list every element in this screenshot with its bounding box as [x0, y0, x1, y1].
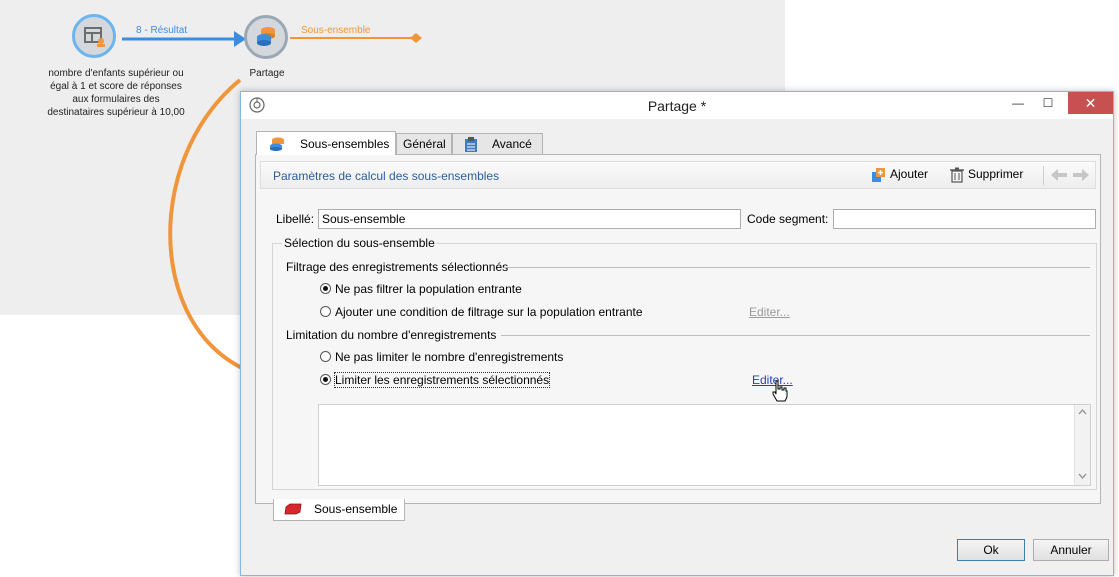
toolbar-separator	[1043, 166, 1044, 185]
no-filter-label[interactable]: Ne pas filtrer la population entrante	[335, 282, 522, 296]
no-limit-label[interactable]: Ne pas limiter le nombre d'enregistremen…	[335, 350, 563, 364]
filtering-title: Filtrage des enregistrements sélectionné…	[284, 260, 511, 274]
query-node-label-line: nombre d'enfants supérieur ou	[48, 68, 184, 79]
limit-radio[interactable]	[320, 374, 331, 385]
cancel-button[interactable]: Annuler	[1033, 539, 1109, 561]
transition-subset-label: Sous-ensemble	[301, 25, 371, 36]
tab-general[interactable]: Général	[396, 133, 452, 155]
split-node-label: Partage	[249, 68, 285, 79]
add-filter-radio[interactable]	[320, 306, 331, 317]
libelle-label: Libellé:	[276, 212, 315, 226]
trash-icon	[950, 167, 964, 183]
query-node-label-line: aux formulaires des	[72, 94, 160, 105]
add-subset-icon	[872, 168, 885, 182]
limitation-title: Limitation du nombre d'enregistrements	[284, 328, 499, 342]
segment-code-label: Code segment:	[747, 212, 829, 226]
hand-cursor-icon	[772, 380, 788, 402]
delete-button-label: Supprimer	[968, 167, 1024, 181]
add-button-label: Ajouter	[890, 167, 929, 181]
query-icon	[84, 27, 105, 47]
tab-general-label: Général	[403, 137, 446, 151]
scroll-down-icon[interactable]	[1078, 473, 1087, 479]
subset-selection-legend: Sélection du sous-ensemble	[282, 236, 437, 250]
query-node-label-line: égal à 1 et score de réponses	[50, 81, 182, 92]
subsets-panel: Paramètres de calcul des sous-ensembles …	[255, 154, 1101, 504]
add-filter-label[interactable]: Ajouter une condition de filtrage sur la…	[335, 305, 643, 319]
libelle-input[interactable]	[318, 209, 741, 229]
limitation-summary-area[interactable]	[318, 404, 1091, 486]
tab-advanced-label: Avancé	[492, 137, 532, 151]
subset-item-tab[interactable]: Sous-ensemble	[273, 499, 405, 521]
query-node-label: nombre d'enfants supérieur ou égal à 1 e…	[20, 67, 212, 119]
subset-red-icon	[284, 503, 302, 515]
subset-item-label: Sous-ensemble	[314, 502, 398, 516]
maximize-button[interactable]: ☐	[1035, 92, 1061, 114]
split-dialog[interactable]: Partage * — ☐ ✕ Sous-ensembles Général A…	[240, 91, 1114, 576]
limitation-separator	[501, 335, 1090, 336]
summary-scrollbar[interactable]	[1074, 405, 1090, 485]
no-limit-radio[interactable]	[320, 351, 331, 362]
clipboard-icon	[465, 137, 477, 152]
tab-subsets[interactable]: Sous-ensembles	[256, 131, 396, 155]
dialog-title: Partage *	[647, 98, 707, 114]
subset-toolbar: Paramètres de calcul des sous-ensembles …	[260, 161, 1096, 189]
minimize-button[interactable]: —	[1005, 92, 1031, 114]
query-node[interactable]	[72, 14, 116, 58]
delete-button[interactable]: Supprimer	[949, 166, 1037, 184]
dialog-titlebar[interactable]: Partage * — ☐ ✕	[241, 92, 1113, 119]
query-node-label-line: destinataires supérieur à 10,00	[47, 107, 185, 118]
no-filter-radio[interactable]	[320, 283, 331, 294]
ok-button[interactable]: Ok	[957, 539, 1025, 561]
subset-toolbar-title: Paramètres de calcul des sous-ensembles	[273, 169, 500, 183]
filter-edit-link: Editer...	[749, 305, 790, 319]
transition-result-label: 8 - Résultat	[136, 25, 188, 36]
database-icon	[270, 137, 284, 151]
split-node[interactable]	[244, 15, 288, 59]
add-button[interactable]: Ajouter	[870, 166, 940, 184]
segment-code-input[interactable]	[833, 209, 1096, 229]
arrow-left-icon[interactable]	[1051, 169, 1067, 181]
transition-subset-end-icon[interactable]	[410, 33, 422, 43]
split-icon	[257, 27, 275, 46]
close-button[interactable]: ✕	[1068, 92, 1113, 114]
limit-label[interactable]: Limiter les enregistrements sélectionnés	[333, 372, 551, 388]
filtering-separator	[504, 267, 1090, 268]
arrow-right-icon[interactable]	[1073, 169, 1089, 181]
tab-subsets-label: Sous-ensembles	[300, 137, 390, 151]
tab-advanced[interactable]: Avancé	[452, 133, 543, 155]
scroll-up-icon[interactable]	[1078, 409, 1087, 415]
